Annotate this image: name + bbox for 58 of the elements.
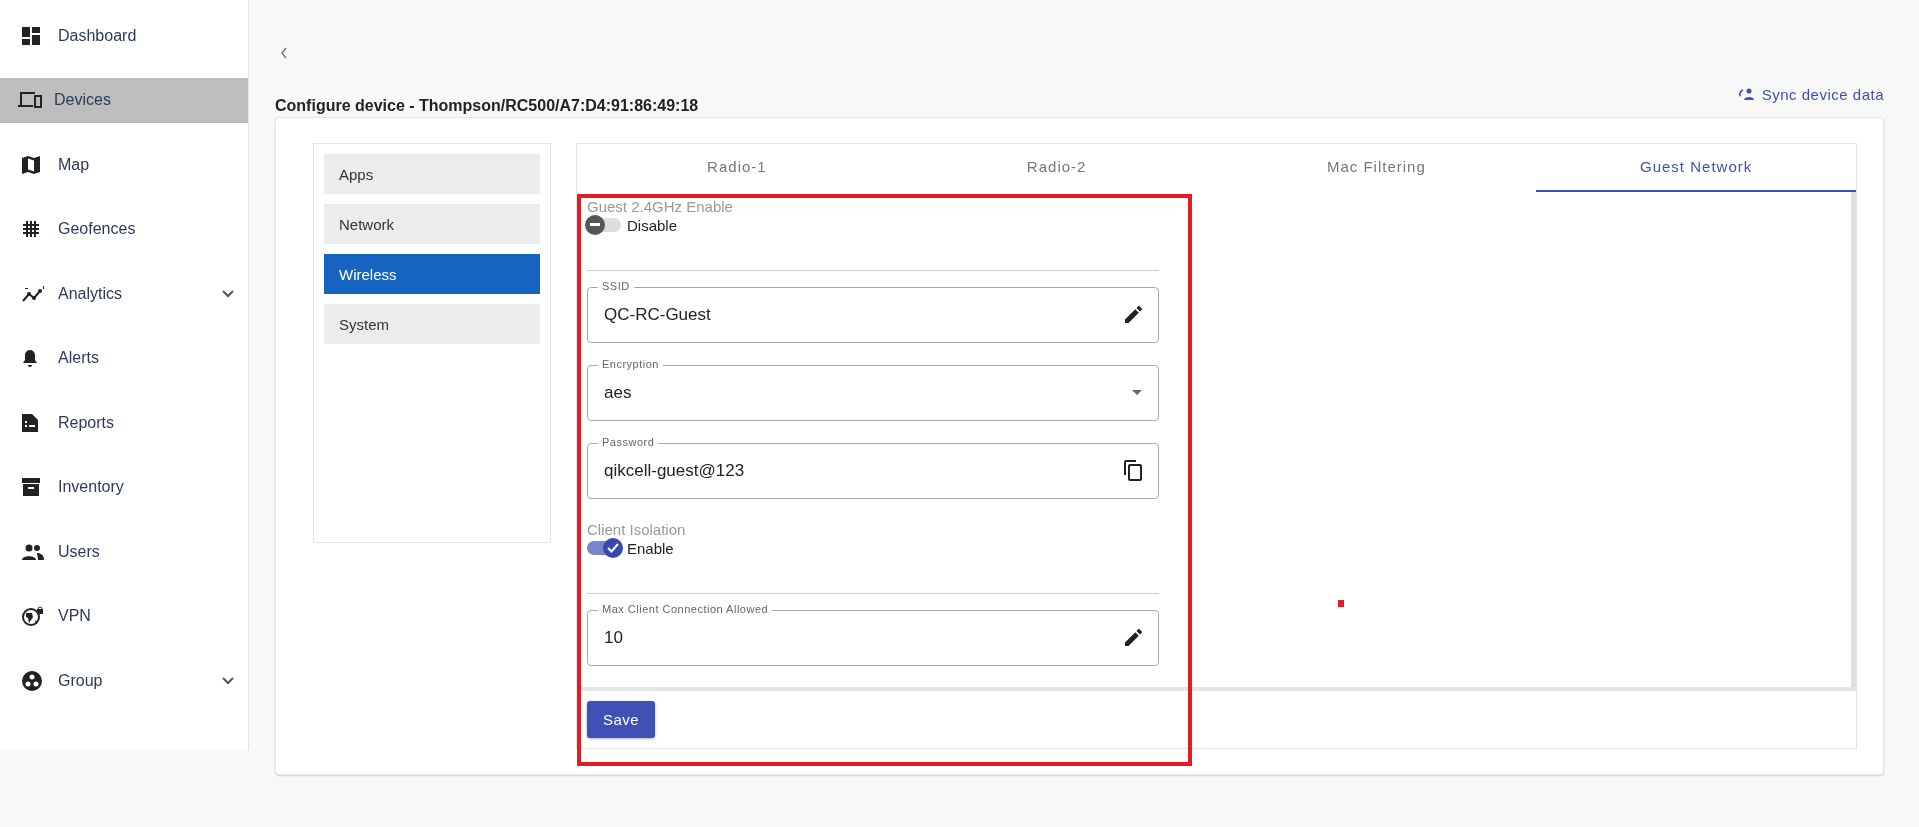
group-icon bbox=[22, 670, 42, 691]
grid-icon bbox=[22, 220, 40, 238]
tab[interactable]: Mac Filtering bbox=[1216, 144, 1537, 192]
copy-icon[interactable] bbox=[1124, 460, 1142, 482]
scrollbar[interactable] bbox=[1851, 191, 1856, 687]
archive-icon bbox=[22, 478, 40, 496]
nav-item[interactable]: Group bbox=[0, 658, 248, 703]
nav-item[interactable]: Analytics bbox=[0, 271, 248, 316]
analytics-icon bbox=[22, 284, 46, 303]
tab[interactable]: Radio-2 bbox=[896, 144, 1217, 192]
nav-item[interactable]: Map bbox=[0, 142, 248, 187]
field-label: SSID bbox=[598, 279, 634, 292]
toggle-switch[interactable] bbox=[587, 218, 621, 233]
map-icon bbox=[22, 155, 40, 174]
pencil-icon[interactable] bbox=[1125, 629, 1142, 647]
nav-item[interactable]: VPN bbox=[0, 593, 248, 639]
toggle-switch[interactable] bbox=[587, 541, 621, 556]
toggle-label: Guest 2.4GHz Enable bbox=[587, 197, 734, 215]
field-value: QC-RC-Guest bbox=[604, 304, 712, 325]
field-label: Password bbox=[598, 435, 659, 448]
toggle-state-text: Disable bbox=[627, 216, 678, 234]
toggle-state-text: Enable bbox=[627, 539, 674, 557]
config-menu-item[interactable]: Network bbox=[324, 204, 540, 244]
page-title: Configure device - Thompson/RC500/A7:D4:91:86:49:18 bbox=[275, 97, 699, 115]
field-label: Max Client Connection Allowed bbox=[598, 602, 773, 615]
nav-item[interactable]: Dashboard bbox=[0, 13, 248, 58]
report-icon bbox=[22, 413, 38, 432]
nav-item[interactable]: Devices bbox=[0, 77, 248, 123]
save-button[interactable]: Save bbox=[587, 701, 656, 738]
sync-button[interactable]: Sync device data bbox=[1737, 85, 1884, 103]
chevron-down-icon bbox=[222, 676, 234, 685]
tab[interactable]: Radio-1 bbox=[577, 144, 897, 192]
field-value: 10 bbox=[604, 627, 624, 648]
tab[interactable]: Guest Network bbox=[1536, 144, 1856, 192]
devices-icon bbox=[18, 91, 42, 109]
pencil-icon[interactable] bbox=[1125, 306, 1142, 324]
config-menu-item[interactable]: Apps bbox=[324, 154, 540, 194]
check-icon bbox=[607, 543, 619, 554]
nav-item[interactable]: Reports bbox=[0, 400, 248, 445]
users-icon bbox=[22, 543, 44, 560]
nav-item[interactable]: Users bbox=[0, 529, 248, 574]
toggle-label: Client Isolation bbox=[587, 520, 687, 538]
dashboard-icon bbox=[22, 26, 40, 45]
field-value: qikcell-guest@123 bbox=[604, 460, 746, 481]
sync-icon bbox=[1737, 87, 1754, 101]
back-icon[interactable] bbox=[280, 47, 288, 59]
minus-icon bbox=[590, 223, 600, 228]
bell-icon bbox=[22, 348, 38, 368]
field-value: aes bbox=[604, 382, 633, 403]
globe-lock-icon bbox=[22, 606, 44, 626]
field-label: Encryption bbox=[598, 357, 663, 370]
config-menu-item[interactable]: System bbox=[324, 304, 540, 344]
dropdown-arrow-icon[interactable] bbox=[1132, 390, 1142, 396]
nav-item[interactable]: Geofences bbox=[0, 206, 248, 252]
chevron-down-icon bbox=[222, 289, 234, 298]
nav-item[interactable]: Inventory bbox=[0, 464, 248, 510]
config-menu-item[interactable]: Wireless bbox=[324, 254, 540, 294]
nav-item[interactable]: Alerts bbox=[0, 335, 248, 381]
